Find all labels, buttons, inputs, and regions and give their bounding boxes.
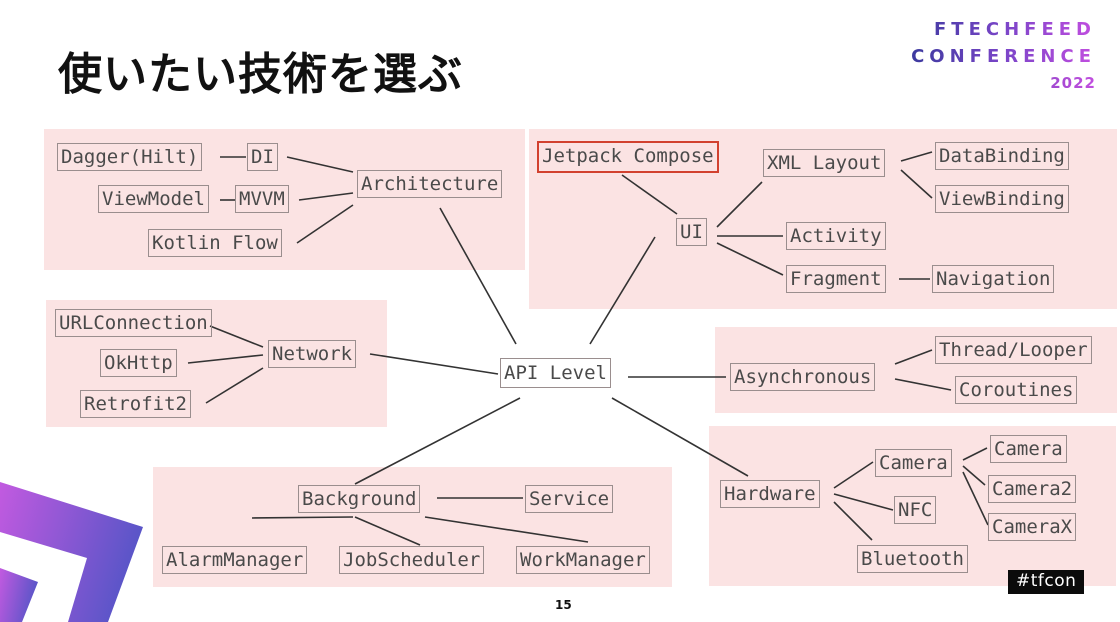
node-mvvm: MVVM (235, 185, 289, 213)
edge-architecture-api (439, 207, 517, 345)
edge-background-jobscheduler (354, 516, 421, 546)
node-camerax: CameraX (988, 513, 1077, 541)
edge-api-hardware (611, 397, 749, 477)
edge-network-api (369, 353, 499, 375)
node-background: Background (298, 485, 421, 513)
node-fragment: Fragment (786, 265, 886, 293)
node-service: Service (525, 485, 614, 513)
node-camera2: Camera2 (988, 475, 1077, 503)
node-xml-layout: XML Layout (763, 149, 886, 177)
node-activity: Activity (786, 222, 886, 250)
edge-asynchronous-coroutines (894, 378, 952, 391)
node-kotlin-flow: Kotlin Flow (148, 229, 282, 257)
edge-background-workmanager (424, 516, 589, 543)
edge-camera-camera1 (962, 447, 988, 461)
node-api-level: API Level (500, 358, 611, 388)
node-urlconnection: URLConnection (55, 309, 212, 337)
edge-okhttp-network (187, 354, 264, 364)
node-viewmodel: ViewModel (98, 185, 209, 213)
edge-background-alarmmanager (251, 516, 354, 519)
edge-kotlinflow-architecture (296, 204, 354, 244)
edge-hardware-camera (833, 461, 874, 489)
edge-camera-camera2 (962, 465, 986, 486)
edge-hardware-nfc (833, 493, 894, 511)
edge-hardware-bluetooth (833, 501, 873, 541)
node-databinding: DataBinding (935, 142, 1069, 170)
edge-di-architecture (286, 156, 354, 173)
node-architecture: Architecture (357, 170, 503, 198)
node-nfc: NFC (894, 496, 937, 524)
node-navigation: Navigation (932, 265, 1055, 293)
node-asynchronous: Asynchronous (730, 363, 876, 391)
edge-ui-xmllayout (716, 181, 763, 228)
node-camera-legacy: Camera (990, 435, 1067, 463)
edge-compose-ui (621, 174, 678, 215)
edge-asynchronous-thread (894, 349, 933, 365)
node-okhttp: OkHttp (100, 349, 177, 377)
edge-ui-fragment (716, 242, 784, 276)
node-network: Network (268, 340, 357, 368)
edge-camera-camerax (962, 471, 989, 526)
node-retrofit2: Retrofit2 (80, 390, 191, 418)
edge-retrofit2-network (205, 367, 264, 404)
node-viewbinding: ViewBinding (935, 185, 1069, 213)
node-thread-looper: Thread/Looper (935, 336, 1092, 364)
node-coroutines: Coroutines (955, 376, 1078, 404)
node-alarmmanager: AlarmManager (162, 546, 308, 574)
node-jetpack-compose-highlighted: Jetpack Compose (537, 141, 719, 173)
edge-mvvm-architecture (298, 192, 354, 201)
edge-ui-api (589, 236, 656, 345)
edge-xmllayout-databinding (900, 151, 933, 162)
node-ui: UI (676, 218, 707, 246)
edge-urlconnection-network (209, 325, 264, 348)
node-jobscheduler: JobScheduler (339, 546, 485, 574)
edge-xmllayout-viewbinding (900, 169, 933, 199)
node-di: DI (247, 143, 278, 171)
node-camera: Camera (875, 449, 952, 477)
hashtag-label: #tfcon (1008, 570, 1085, 594)
node-hardware: Hardware (720, 480, 820, 508)
node-workmanager: WorkManager (516, 546, 650, 574)
node-dagger-hilt: Dagger(Hilt) (57, 143, 203, 171)
node-bluetooth: Bluetooth (857, 545, 968, 573)
edge-api-background (354, 397, 521, 485)
page-number: 15 (555, 598, 572, 612)
